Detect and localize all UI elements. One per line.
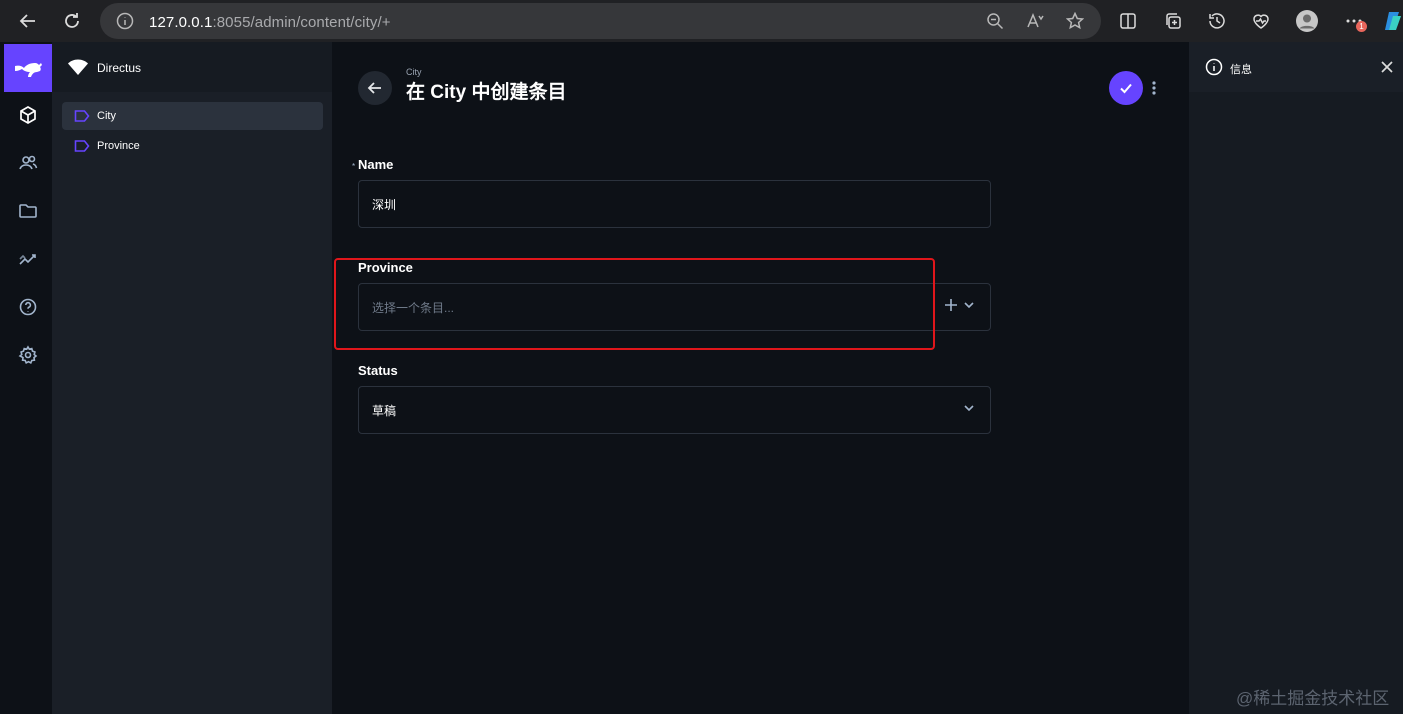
- close-icon[interactable]: [1378, 58, 1396, 76]
- nav-item-label: City: [97, 110, 116, 122]
- collection-label-icon: [74, 109, 90, 123]
- name-input[interactable]: 深圳: [358, 180, 991, 228]
- notification-badge: 1: [1356, 21, 1367, 32]
- browser-toolbar: 127.0.0.1:8055/admin/content/city/+ 1: [0, 0, 1403, 42]
- site-info-icon[interactable]: [115, 11, 135, 31]
- status-select[interactable]: 草稿: [358, 386, 991, 434]
- profile-avatar[interactable]: [1295, 9, 1319, 33]
- sidebar-header[interactable]: 信息: [1189, 42, 1403, 92]
- chevron-down-icon[interactable]: [962, 401, 976, 415]
- province-actions: [944, 298, 976, 312]
- address-bar[interactable]: 127.0.0.1:8055/admin/content/city/+: [100, 3, 1101, 39]
- check-icon: [1120, 83, 1132, 94]
- collection-label-icon: [74, 139, 90, 153]
- arrow-left-icon: [367, 82, 381, 94]
- project-header[interactable]: Directus: [52, 42, 332, 92]
- nav-item-city[interactable]: City: [62, 102, 323, 130]
- sidebar-title: 信息: [1230, 64, 1252, 76]
- collections-icon[interactable]: [1161, 9, 1185, 33]
- rabbit-logo-icon: [15, 63, 42, 77]
- performance-icon[interactable]: [1249, 9, 1273, 33]
- chevron-down-icon[interactable]: [962, 298, 976, 312]
- module-bar: [0, 42, 52, 714]
- navigation-panel: Directus City Province: [52, 42, 332, 714]
- page-title: 在 City 中创建条目: [406, 82, 567, 103]
- save-button[interactable]: [1109, 71, 1143, 105]
- status-value: 草稿: [372, 403, 397, 418]
- browser-refresh-icon[interactable]: [58, 7, 86, 35]
- nav-item-province[interactable]: Province: [62, 132, 323, 160]
- files-module-icon[interactable]: [16, 199, 40, 223]
- more-menu-icon[interactable]: 1: [1342, 9, 1367, 33]
- url-path: :8055/admin/content/city/+: [212, 14, 391, 31]
- favorite-star-icon[interactable]: [1065, 11, 1085, 31]
- browser-back-icon[interactable]: [14, 7, 42, 35]
- nav-item-label: Province: [97, 140, 140, 152]
- plus-icon[interactable]: [944, 298, 958, 312]
- province-field-label: Province: [358, 260, 413, 275]
- directus-logo[interactable]: [4, 44, 52, 92]
- content-module-icon[interactable]: [16, 103, 40, 127]
- more-options-icon[interactable]: [1148, 78, 1160, 98]
- main-content: City 在 City 中创建条目 * Name 深圳 Province 选择一…: [332, 42, 1189, 714]
- status-actions: [962, 401, 976, 415]
- help-module-icon[interactable]: [16, 295, 40, 319]
- province-placeholder: 选择一个条目...: [372, 300, 455, 315]
- province-select[interactable]: 选择一个条目...: [358, 283, 991, 331]
- back-button[interactable]: [358, 71, 392, 105]
- history-icon[interactable]: [1205, 9, 1229, 33]
- watermark: @稀土掘金技术社区: [1236, 689, 1390, 708]
- info-sidebar: 信息: [1189, 42, 1403, 714]
- project-name: Directus: [97, 61, 142, 75]
- insights-module-icon[interactable]: [16, 247, 40, 271]
- copilot-icon[interactable]: [1383, 9, 1403, 33]
- project-wifi-icon: [68, 58, 88, 76]
- url-text: 127.0.0.1:8055/admin/content/city/+: [149, 14, 391, 31]
- status-field-label: Status: [358, 363, 398, 378]
- users-module-icon[interactable]: [16, 151, 40, 175]
- split-screen-icon[interactable]: [1116, 9, 1140, 33]
- url-host: 127.0.0.1: [149, 14, 213, 31]
- name-field-label: Name: [358, 157, 394, 172]
- settings-module-icon[interactable]: [16, 343, 40, 367]
- required-indicator: *: [352, 162, 356, 171]
- zoom-icon[interactable]: [985, 11, 1005, 31]
- read-aloud-icon[interactable]: [1025, 11, 1045, 31]
- breadcrumb[interactable]: City: [406, 67, 422, 77]
- info-icon: [1205, 58, 1223, 76]
